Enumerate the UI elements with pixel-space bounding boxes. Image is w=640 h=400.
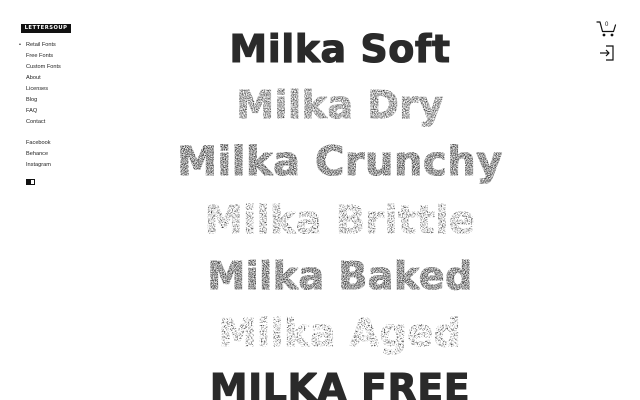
specimen-milka-aged[interactable]: Milka Aged — [130, 314, 550, 352]
cart-count-badge: 0 — [605, 22, 609, 28]
nav-item-free-fonts[interactable]: Free Fonts — [19, 51, 61, 62]
nav-item-label: Custom Fonts — [26, 64, 61, 70]
nav-item-contact[interactable]: Contact — [19, 117, 61, 128]
brand-logo-text: LETTERSOUP — [24, 24, 68, 31]
login-button[interactable] — [598, 44, 616, 62]
social-link-label: Behance — [26, 151, 49, 157]
nav-item-label: Licenses — [26, 86, 49, 92]
nav-item-about[interactable]: About — [19, 73, 61, 84]
nav-item-label: Retail Fonts — [26, 42, 56, 48]
nav-item-label: Blog — [26, 97, 38, 103]
brand-logo[interactable]: LETTERSOUP — [21, 24, 71, 33]
nav-item-label: Free Fonts — [26, 53, 54, 59]
page: LETTERSOUP • Retail Fonts Free Fonts Cus… — [0, 0, 640, 400]
social-link-label: Instagram — [26, 162, 51, 168]
specimen-milka-crunchy[interactable]: Milka Crunchy — [130, 142, 550, 182]
social-link-instagram[interactable]: Instagram — [19, 160, 61, 171]
nav-item-label: FAQ — [26, 108, 38, 114]
nav-item-custom-fonts[interactable]: Custom Fonts — [19, 62, 61, 73]
social-link-label: Facebook — [26, 140, 51, 146]
login-icon — [600, 45, 614, 61]
nav-item-blog[interactable]: Blog — [19, 95, 61, 106]
social-link-behance[interactable]: Behance — [19, 149, 61, 160]
nav-item-label: Contact — [26, 119, 46, 125]
theme-toggle[interactable] — [26, 179, 35, 185]
specimen-milka-free[interactable]: MILKA FREE — [130, 369, 550, 400]
specimen-milka-brittle[interactable]: Milka Brittle — [130, 201, 550, 239]
theme-toggle-off — [30, 180, 34, 184]
specimen-milka-baked[interactable]: Milka Baked — [130, 257, 550, 295]
active-bullet: • — [19, 42, 21, 48]
social-link-facebook[interactable]: Facebook — [19, 138, 61, 149]
specimen-milka-dry[interactable]: Milka Dry — [130, 86, 550, 124]
nav-item-label: About — [26, 75, 41, 81]
cart-button[interactable]: 0 — [596, 20, 618, 38]
nav-item-licenses[interactable]: Licenses — [19, 84, 61, 95]
sidebar-nav: • Retail Fonts Free Fonts Custom Fonts A… — [19, 40, 61, 171]
specimen-milka-soft[interactable]: Milka Soft — [130, 30, 550, 68]
nav-item-faq[interactable]: FAQ — [19, 106, 61, 117]
nav-item-retail-fonts[interactable]: • Retail Fonts — [19, 40, 61, 51]
